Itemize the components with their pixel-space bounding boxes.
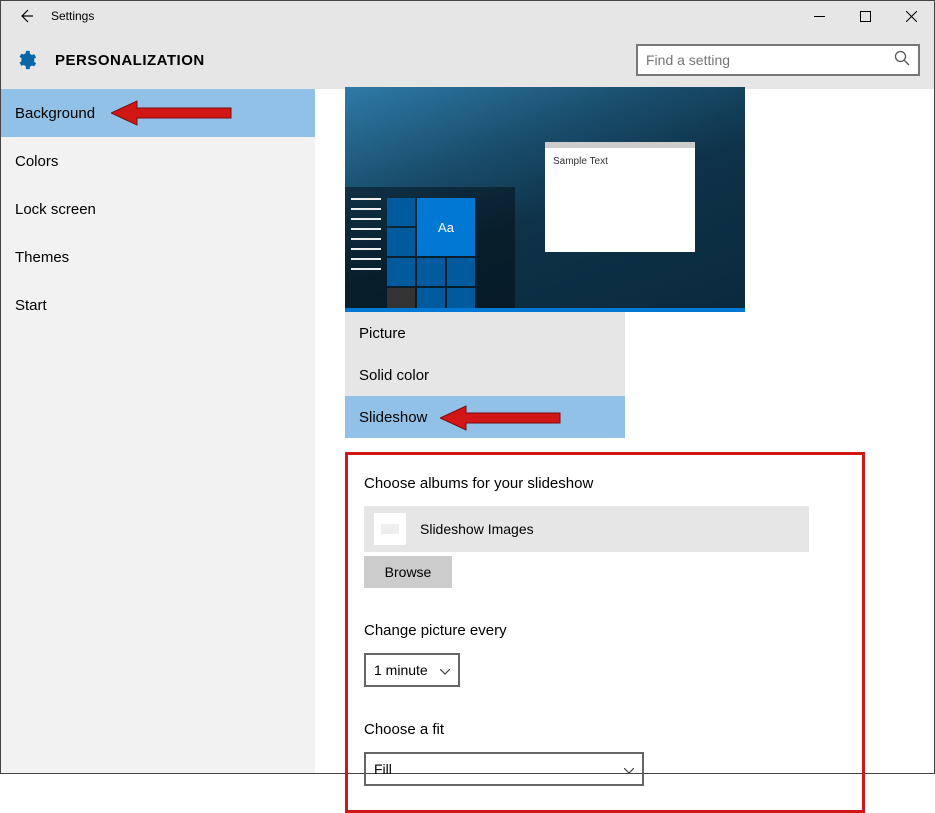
preview-sample-window: Sample Text bbox=[545, 142, 695, 252]
sidebar-item-background[interactable]: Background bbox=[1, 89, 315, 137]
preview-tile-label: Aa bbox=[417, 198, 475, 256]
dropdown-option-label: Slideshow bbox=[359, 409, 427, 426]
sidebar-item-label: Colors bbox=[15, 153, 58, 170]
folder-thumbnail-icon bbox=[374, 513, 406, 545]
annotation-arrow-icon bbox=[440, 404, 570, 432]
fit-select[interactable]: Fill bbox=[364, 752, 644, 786]
dropdown-option-solid-color[interactable]: Solid color bbox=[345, 354, 625, 396]
slideshow-settings-panel: Choose albums for your slideshow Slidesh… bbox=[345, 452, 865, 813]
search-input[interactable] bbox=[646, 52, 894, 68]
fit-value: Fill bbox=[374, 761, 392, 777]
chevron-down-icon bbox=[440, 662, 450, 678]
search-icon bbox=[894, 50, 910, 71]
album-name: Slideshow Images bbox=[420, 521, 534, 537]
change-picture-label: Change picture every bbox=[364, 622, 846, 639]
browse-button[interactable]: Browse bbox=[364, 556, 452, 588]
breadcrumb: PERSONALIZATION bbox=[55, 52, 205, 69]
background-type-dropdown[interactable]: Picture Solid color Slideshow bbox=[345, 312, 625, 438]
album-row[interactable]: Slideshow Images bbox=[364, 506, 809, 552]
annotation-arrow-icon bbox=[111, 99, 241, 127]
desktop-preview: Aa Sample Text bbox=[345, 87, 745, 312]
maximize-button[interactable] bbox=[842, 1, 888, 31]
dropdown-option-picture[interactable]: Picture bbox=[345, 312, 625, 354]
close-button[interactable] bbox=[888, 1, 934, 31]
sidebar-item-label: Lock screen bbox=[15, 201, 96, 218]
sidebar-item-label: Themes bbox=[15, 249, 69, 266]
sidebar-item-themes[interactable]: Themes bbox=[1, 233, 315, 281]
sidebar-item-start[interactable]: Start bbox=[1, 281, 315, 329]
change-interval-select[interactable]: 1 minute bbox=[364, 653, 460, 687]
dropdown-option-label: Solid color bbox=[359, 367, 429, 384]
change-interval-value: 1 minute bbox=[374, 662, 428, 678]
dropdown-option-label: Picture bbox=[359, 325, 406, 342]
sidebar-item-colors[interactable]: Colors bbox=[1, 137, 315, 185]
dropdown-option-slideshow[interactable]: Slideshow bbox=[345, 396, 625, 438]
minimize-button[interactable] bbox=[796, 1, 842, 31]
sidebar: Background Colors Lock screen Themes Sta… bbox=[1, 89, 315, 773]
sidebar-item-label: Background bbox=[15, 105, 95, 122]
back-button[interactable] bbox=[11, 1, 41, 31]
close-icon bbox=[906, 11, 917, 22]
sidebar-item-label: Start bbox=[15, 297, 47, 314]
albums-label: Choose albums for your slideshow bbox=[364, 475, 846, 492]
choose-fit-label: Choose a fit bbox=[364, 721, 846, 738]
window-title: Settings bbox=[51, 9, 94, 23]
preview-sample-text: Sample Text bbox=[553, 156, 608, 167]
chevron-down-icon bbox=[624, 761, 634, 777]
sidebar-item-lock-screen[interactable]: Lock screen bbox=[1, 185, 315, 233]
minimize-icon bbox=[814, 11, 825, 22]
search-box[interactable] bbox=[636, 44, 920, 76]
arrow-left-icon bbox=[18, 8, 34, 24]
maximize-icon bbox=[860, 11, 871, 22]
gear-icon bbox=[15, 49, 37, 71]
